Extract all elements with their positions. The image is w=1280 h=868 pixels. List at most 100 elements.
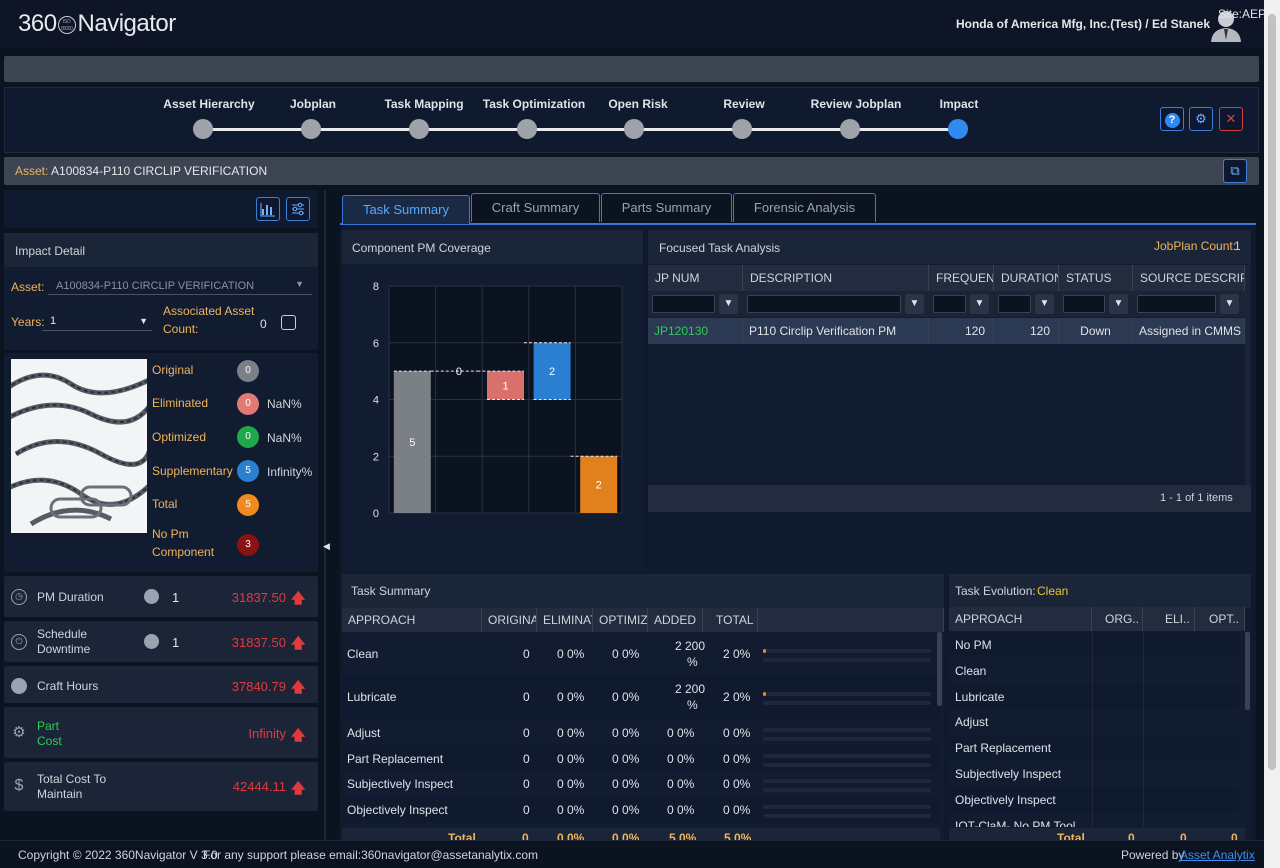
table-row[interactable]: Part Replacement 0 0 0% 0 0% 0 0% 0 0% [342,746,940,771]
original-cell: 0 [523,647,530,661]
filter-icon[interactable]: ▼ [1220,294,1239,314]
te-col-approach[interactable]: APPROACH [949,607,1092,631]
filter-duration-input[interactable] [998,295,1031,313]
step-dot-task-mapping[interactable] [409,119,429,139]
step-task-optimization-label[interactable]: Task Optimization [483,97,585,111]
years-select[interactable]: 1 ▼ [42,313,152,331]
filter-status-input[interactable] [1063,295,1105,313]
step-dot-review-jobplan[interactable] [840,119,860,139]
step-dot-impact[interactable] [948,119,968,139]
duration-cell: 120 [994,318,1059,344]
list-item[interactable]: Clean [949,657,1239,684]
filter-description-input[interactable] [747,295,901,313]
step-review-jobplan-label[interactable]: Review Jobplan [811,97,902,111]
tab-forensic-analysis[interactable]: Forensic Analysis [733,193,876,222]
approach-label: No PM [955,638,992,652]
close-button[interactable]: ✕ [1219,107,1243,131]
step-jobplan-label[interactable]: Jobplan [290,97,336,111]
ts-col-added[interactable]: ADDED [648,608,703,632]
step-dot-open-risk[interactable] [624,119,644,139]
step-impact-label[interactable]: Impact [940,97,979,111]
table-row[interactable]: Subjectively Inspect 0 0 0% 0 0% 0 0% 0 0% [342,771,940,796]
filter-icon[interactable]: ▼ [719,294,738,314]
asset-select[interactable]: A100834-P110 CIRCLIP VERIFICATION ▼ [48,277,312,295]
approach-cell: Subjectively Inspect [347,777,454,791]
ts-col-approach[interactable]: APPROACH [342,608,482,632]
metric-maintain-label: Maintain [37,787,83,801]
col-status[interactable]: STATUS [1059,265,1133,291]
original-cell: 0 [523,690,530,704]
tab-task-summary[interactable]: Task Summary [342,195,470,224]
open-external-button[interactable]: ⧉ [1223,159,1247,183]
col-frequency[interactable]: FREQUENC [929,265,994,291]
added-unit-cell: % [687,698,698,712]
legend-component-label: Component [152,545,215,559]
table-scrollbar[interactable] [1245,265,1250,510]
app-logo[interactable]: 360 ISO 55000 Navigator [18,10,176,38]
table-row[interactable]: Adjust 0 0 0% 0 0% 0 0% 0 0% [342,720,940,745]
step-task-mapping-label[interactable]: Task Mapping [384,97,463,111]
ts-scrollbar[interactable] [937,632,942,706]
filter-icon[interactable]: ▼ [905,294,924,314]
table-row[interactable]: Objectively Inspect 0 0 0% 0 0% 0 0% 0 0% [342,797,940,822]
jobplan-count-value: 1 [1234,239,1241,253]
step-dot-asset-hierarchy[interactable] [193,119,213,139]
step-dot-review[interactable] [732,119,752,139]
col-jp-num[interactable]: JP NUM [648,265,743,291]
te-col-org[interactable]: ORG.. [1092,607,1143,631]
ts-col-eliminated[interactable]: ELIMINAT [537,608,593,632]
asset-analytix-link[interactable]: Asset Analytix [1180,848,1255,862]
te-scrollbar[interactable] [1245,632,1250,710]
te-col-eli[interactable]: ELI.. [1143,607,1195,631]
step-dot-task-optimization[interactable] [517,119,537,139]
jp-num-cell[interactable]: JP120130 [648,318,743,344]
tab-parts-summary[interactable]: Parts Summary [601,193,732,222]
step-review-label[interactable]: Review [723,97,764,111]
metric-part-cost-value: Infinity [248,726,286,741]
settings-button[interactable]: ⚙ [1189,107,1213,131]
filter-icon[interactable]: ▼ [970,294,989,314]
chart-view-button[interactable] [256,197,280,221]
te-col-opt[interactable]: OPT.. [1195,607,1245,631]
step-asset-hierarchy-label[interactable]: Asset Hierarchy [163,97,254,111]
associated-count-label: Count: [163,322,199,336]
filter-settings-button[interactable] [286,197,310,221]
table-row[interactable]: Clean 0 0 0% 0 0% 2 200% 2 0% [342,632,940,675]
list-item[interactable]: No PM [949,632,1239,658]
eliminated-cell: 0 0% [557,803,585,817]
list-item[interactable]: Lubricate [949,683,1239,710]
filter-icon[interactable]: ▼ [1109,294,1128,314]
step-dot-jobplan[interactable] [301,119,321,139]
col-source-description[interactable]: SOURCE DESCRIPTIC [1133,265,1245,291]
help-button[interactable]: ? [1160,107,1184,131]
col-description[interactable]: DESCRIPTION [743,265,929,291]
list-item[interactable]: Part Replacement [949,735,1239,762]
list-item[interactable]: IOT-ClaM- No PM Tool [949,812,1239,827]
list-item[interactable]: Objectively Inspect [949,786,1239,813]
associated-asset-checkbox[interactable] [281,315,296,330]
collapse-arrow-icon[interactable]: ◀ [323,541,330,552]
panel-splitter[interactable] [320,190,334,840]
ts-col-original[interactable]: ORIGINA [482,608,537,632]
added-unit-cell: % [687,655,698,669]
added-cell: 0 0% [667,752,695,766]
filter-frequency-input[interactable] [933,295,966,313]
added-cell: 0 0% [667,777,695,791]
legend-total-count: 5 [237,494,259,516]
tab-craft-summary[interactable]: Craft Summary [471,193,600,222]
list-item[interactable]: Adjust [949,709,1239,736]
column-divider [1092,709,1093,736]
column-divider [1143,786,1144,813]
ts-col-optimized[interactable]: OPTIMIZI [593,608,648,632]
filter-jp-num-input[interactable] [652,295,715,313]
chevron-down-icon: ▼ [295,279,304,289]
ts-col-total[interactable]: TOTAL [703,608,758,632]
step-open-risk-label[interactable]: Open Risk [608,97,667,111]
filter-icon[interactable]: ▼ [1035,294,1054,314]
sliders-icon [292,202,304,216]
table-row[interactable]: Lubricate 0 0 0% 0 0% 2 200% 2 0% [342,675,940,718]
col-duration[interactable]: DURATION [994,265,1059,291]
page-scrollbar[interactable] [1264,0,1280,868]
list-item[interactable]: Subjectively Inspect [949,761,1239,787]
filter-source-input[interactable] [1137,295,1216,313]
